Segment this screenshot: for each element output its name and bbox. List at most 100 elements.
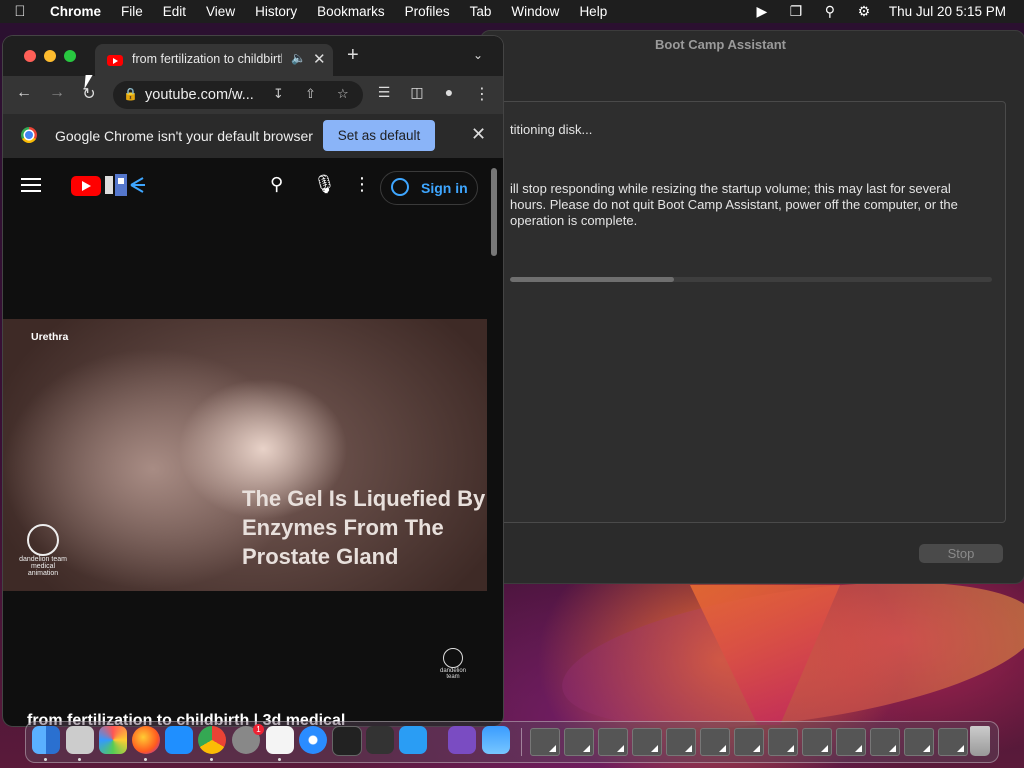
channel-watermark[interactable]: dandelion team	[437, 648, 469, 680]
dock-separator	[521, 728, 522, 756]
video-anatomy-label: Urethra	[31, 331, 69, 343]
tab-youtube[interactable]: from fertilization to childbirth 🔈 ✕	[95, 44, 333, 76]
vscode-icon[interactable]	[399, 726, 427, 754]
close-window-button[interactable]	[24, 50, 36, 62]
infobar-message: Google Chrome isn't your default browser	[55, 128, 313, 144]
menu-view[interactable]: View	[196, 4, 245, 19]
minimized-window-thumbnail[interactable]	[598, 728, 628, 756]
menu-bar:  Chrome File Edit View History Bookmark…	[0, 0, 1024, 23]
chrome-menu-icon[interactable]: ⋮	[471, 84, 493, 104]
terminal-icon[interactable]	[332, 726, 362, 756]
minimized-window-thumbnail[interactable]	[904, 728, 934, 756]
media-controls-icon[interactable]: ☰	[373, 84, 395, 101]
disk-utility-icon[interactable]	[66, 726, 94, 754]
account-icon	[391, 178, 409, 196]
microphone-icon[interactable]: 🎙	[313, 174, 336, 195]
menu-help[interactable]: Help	[569, 4, 617, 19]
watermark-text: dandelion team	[19, 556, 67, 563]
stage-manager-icon[interactable]: ❐	[779, 3, 813, 20]
tab-search-chevron-icon[interactable]: ⌄	[473, 48, 483, 62]
bootcamp-window-title: Boot Camp Assistant	[655, 37, 786, 52]
dandelion-logo-icon	[27, 524, 59, 556]
menu-edit[interactable]: Edit	[153, 4, 196, 19]
more-options-icon[interactable]: ⋮	[353, 174, 371, 195]
address-bar[interactable]: 🔒 youtube.com/w... ↧ ⇧ ☆	[113, 81, 363, 109]
share-icon[interactable]: ⇧	[305, 86, 316, 102]
tab-audio-icon[interactable]: 🔈	[291, 51, 306, 65]
page-scrollbar[interactable]	[491, 168, 497, 256]
hamburger-menu-icon[interactable]	[21, 178, 41, 196]
youtube-header: ⚲ 🎙 ⋮ Sign in	[3, 158, 503, 214]
app-store-icon[interactable]	[165, 726, 193, 754]
tab-close-icon[interactable]: ✕	[313, 50, 326, 68]
textedit-icon[interactable]	[266, 726, 294, 754]
youtube-doodle-icon[interactable]	[105, 174, 145, 196]
back-arrow-icon[interactable]: ←	[13, 84, 35, 102]
chrome-icon[interactable]	[198, 726, 226, 754]
running-indicator	[44, 758, 47, 761]
menu-history[interactable]: History	[245, 4, 307, 19]
minimized-window-thumbnail[interactable]	[734, 728, 764, 756]
minimized-window-thumbnail[interactable]	[666, 728, 696, 756]
trash-icon[interactable]	[970, 726, 990, 756]
menu-bookmarks[interactable]: Bookmarks	[307, 4, 395, 19]
visual-studio-icon[interactable]	[448, 726, 476, 754]
minimized-window-thumbnail[interactable]	[564, 728, 594, 756]
minimized-window-thumbnail[interactable]	[836, 728, 866, 756]
bookmark-star-icon[interactable]: ☆	[337, 86, 349, 102]
video-caption: The Gel Is Liquefied By Enzymes From The…	[242, 486, 486, 569]
minimized-window-thumbnail[interactable]	[632, 728, 662, 756]
tab-title: from fertilization to childbirth	[132, 52, 282, 66]
safari-icon[interactable]	[299, 726, 327, 754]
firefox-icon[interactable]	[132, 726, 160, 754]
video-watermark: dandelion team medical animation	[15, 524, 71, 577]
minimized-window-thumbnail[interactable]	[802, 728, 832, 756]
minimized-window-thumbnail[interactable]	[938, 728, 968, 756]
url-text[interactable]: youtube.com/w...	[145, 87, 254, 103]
tab-strip: from fertilization to childbirth 🔈 ✕ + ⌄	[3, 36, 503, 76]
video-player[interactable]: Urethra The Gel Is Liquefied By Enzymes …	[3, 319, 487, 591]
control-center-icon[interactable]: ⚙	[847, 3, 881, 20]
side-panel-icon[interactable]: ◫	[406, 84, 428, 101]
set-as-default-button[interactable]: Set as default	[323, 120, 435, 151]
zoom-window-button[interactable]	[64, 50, 76, 62]
garageband-icon[interactable]	[366, 726, 394, 754]
chrome-window: from fertilization to childbirth 🔈 ✕ + ⌄…	[3, 36, 503, 726]
bootcamp-content-box: titioning disk... ill stop responding wh…	[489, 101, 1006, 523]
sign-in-button[interactable]: Sign in	[380, 171, 478, 205]
menu-app-name[interactable]: Chrome	[40, 4, 111, 19]
finder-icon[interactable]	[32, 726, 60, 754]
bootcamp-status-text: titioning disk...	[510, 122, 593, 137]
apple-menu-icon[interactable]: 	[0, 3, 40, 20]
stop-button[interactable]: Stop	[919, 544, 1003, 563]
spotlight-search-icon[interactable]: ⚲	[813, 3, 847, 20]
chrome-logo-icon	[21, 127, 37, 143]
running-indicator	[210, 758, 213, 761]
minimized-window-thumbnail[interactable]	[530, 728, 560, 756]
watermark-text: dandelion team	[439, 668, 467, 680]
menu-tab[interactable]: Tab	[460, 4, 502, 19]
menu-file[interactable]: File	[111, 4, 153, 19]
dandelion-logo-icon	[443, 648, 463, 668]
minimized-window-thumbnail[interactable]	[700, 728, 730, 756]
install-icon[interactable]: ↧	[273, 86, 284, 102]
menu-clock[interactable]: Thu Jul 20 5:15 PM	[881, 4, 1024, 19]
launchpad-icon[interactable]	[99, 726, 127, 754]
profile-icon[interactable]: ●	[438, 84, 460, 100]
minimized-window-thumbnail[interactable]	[870, 728, 900, 756]
forward-arrow-icon[interactable]: →	[46, 84, 68, 102]
running-indicator	[144, 758, 147, 761]
minimized-window-thumbnail[interactable]	[768, 728, 798, 756]
minimize-window-button[interactable]	[44, 50, 56, 62]
youtube-logo-icon[interactable]	[71, 176, 101, 196]
youtube-favicon-icon	[107, 55, 123, 66]
lock-icon[interactable]: 🔒	[123, 87, 138, 101]
watermark-subtext: medical animation	[27, 563, 59, 577]
new-tab-icon[interactable]: +	[347, 45, 359, 65]
menu-window[interactable]: Window	[501, 4, 569, 19]
weather-icon[interactable]	[482, 726, 510, 754]
screen-record-icon[interactable]: ▶	[745, 3, 779, 20]
search-icon[interactable]: ⚲	[270, 174, 283, 195]
menu-profiles[interactable]: Profiles	[395, 4, 460, 19]
infobar-close-icon[interactable]: ✕	[471, 124, 486, 145]
